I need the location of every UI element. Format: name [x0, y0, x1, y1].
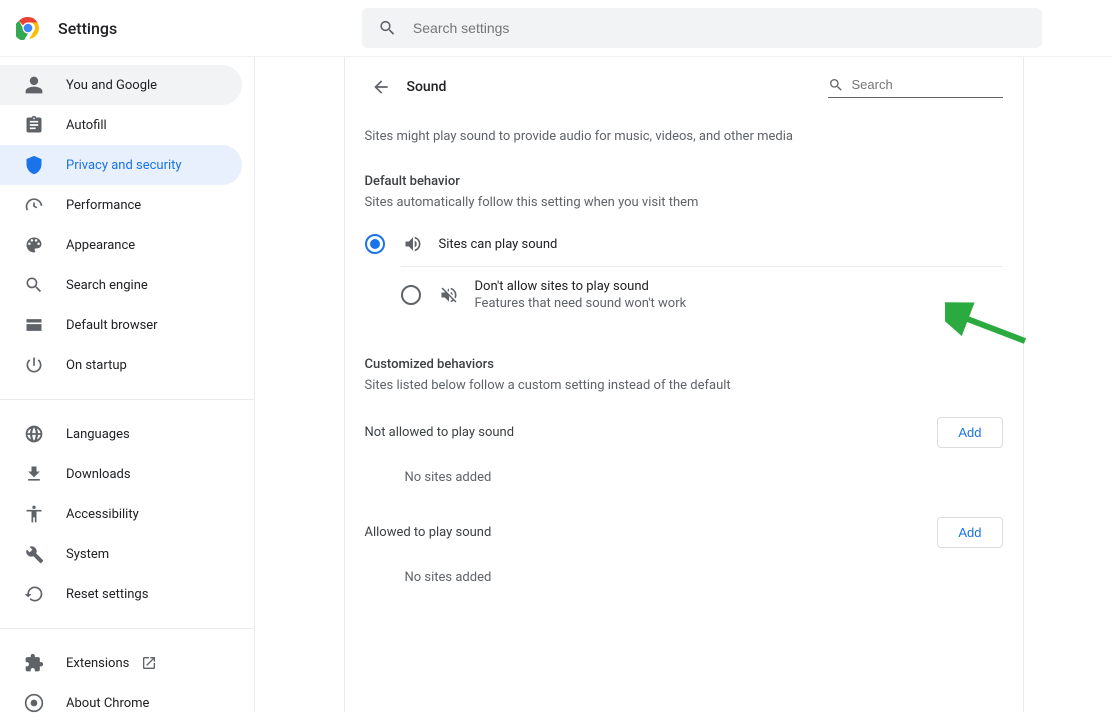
- add-allowed-button[interactable]: Add: [937, 517, 1002, 548]
- shield-icon: [24, 155, 44, 175]
- radio-checked-icon: [365, 234, 385, 254]
- sidebar-item-accessibility[interactable]: Accessibility: [0, 494, 242, 534]
- volume-off-icon: [439, 285, 459, 305]
- option-block-sound[interactable]: Don't allow sites to play sound Features…: [401, 266, 1003, 323]
- panel-search-input[interactable]: [852, 77, 992, 92]
- global-search[interactable]: [362, 8, 1042, 48]
- sidebar-item-extensions[interactable]: Extensions: [0, 643, 242, 683]
- sidebar-item-default-browser[interactable]: Default browser: [0, 305, 242, 345]
- search-icon: [828, 77, 844, 93]
- browser-icon: [24, 315, 44, 335]
- add-not-allowed-button[interactable]: Add: [937, 417, 1002, 448]
- app-header: Settings: [0, 0, 1112, 56]
- intro-text: Sites might play sound to provide audio …: [365, 117, 1003, 168]
- globe-icon: [24, 424, 44, 444]
- sidebar-item-label: Extensions: [66, 656, 129, 671]
- sidebar-item-label: Performance: [66, 198, 141, 213]
- sidebar-item-reset-settings[interactable]: Reset settings: [0, 574, 242, 614]
- sidebar-item-label: Search engine: [66, 278, 148, 293]
- content-area: Sound Sites might play sound to provide …: [254, 57, 1112, 712]
- sidebar-item-label: Accessibility: [66, 507, 139, 522]
- arrow-back-icon: [371, 77, 391, 97]
- sidebar-item-about-chrome[interactable]: About Chrome: [0, 683, 242, 723]
- extension-icon: [24, 653, 44, 673]
- sidebar-item-label: Languages: [66, 427, 130, 442]
- download-icon: [24, 464, 44, 484]
- sidebar-item-languages[interactable]: Languages: [0, 414, 242, 454]
- sound-settings-panel: Sound Sites might play sound to provide …: [344, 57, 1024, 712]
- sidebar-item-search-engine[interactable]: Search engine: [0, 265, 242, 305]
- sidebar-item-label: You and Google: [66, 78, 157, 93]
- volume-up-icon: [403, 234, 423, 254]
- allowed-empty: No sites added: [365, 560, 1003, 605]
- restore-icon: [24, 584, 44, 604]
- not-allowed-empty: No sites added: [365, 460, 1003, 505]
- assignment-icon: [24, 115, 44, 135]
- option-block-sublabel: Features that need sound won't work: [475, 296, 687, 311]
- option-block-label: Don't allow sites to play sound: [475, 279, 687, 294]
- search-icon: [24, 275, 44, 295]
- settings-sidebar: You and Google Autofill Privacy and secu…: [0, 57, 254, 712]
- allowed-row: Allowed to play sound Add: [365, 505, 1003, 560]
- sidebar-item-label: Appearance: [66, 238, 135, 253]
- panel-title: Sound: [407, 79, 447, 95]
- sidebar-item-label: Privacy and security: [66, 158, 182, 173]
- sidebar-item-label: On startup: [66, 358, 127, 373]
- customized-behaviors-title: Customized behaviors: [365, 351, 1003, 378]
- panel-search[interactable]: [828, 77, 1003, 98]
- sidebar-item-autofill[interactable]: Autofill: [0, 105, 242, 145]
- speedometer-icon: [24, 195, 44, 215]
- search-icon: [378, 18, 397, 38]
- option-allow-sound[interactable]: Sites can play sound: [365, 222, 1003, 266]
- sidebar-item-downloads[interactable]: Downloads: [0, 454, 242, 494]
- sidebar-item-label: Default browser: [66, 318, 158, 333]
- sidebar-item-appearance[interactable]: Appearance: [0, 225, 242, 265]
- allowed-label: Allowed to play sound: [365, 525, 492, 540]
- default-behavior-subtitle: Sites automatically follow this setting …: [365, 195, 1003, 222]
- palette-icon: [24, 235, 44, 255]
- sidebar-item-on-startup[interactable]: On startup: [0, 345, 242, 385]
- not-allowed-label: Not allowed to play sound: [365, 425, 515, 440]
- wrench-icon: [24, 544, 44, 564]
- sidebar-divider: [0, 628, 254, 629]
- chrome-icon: [24, 693, 44, 713]
- sidebar-item-label: About Chrome: [66, 696, 149, 711]
- open-in-new-icon: [141, 655, 157, 671]
- sidebar-item-label: Autofill: [66, 118, 107, 133]
- sidebar-item-you-and-google[interactable]: You and Google: [0, 65, 242, 105]
- sidebar-item-system[interactable]: System: [0, 534, 242, 574]
- option-allow-label: Sites can play sound: [439, 237, 558, 252]
- sidebar-item-privacy-and-security[interactable]: Privacy and security: [0, 145, 242, 185]
- sidebar-item-label: System: [66, 547, 109, 562]
- sidebar-divider: [0, 399, 254, 400]
- back-button[interactable]: [365, 71, 397, 103]
- not-allowed-row: Not allowed to play sound Add: [365, 405, 1003, 460]
- app-title: Settings: [58, 19, 117, 38]
- customized-behaviors-subtitle: Sites listed below follow a custom setti…: [365, 378, 1003, 405]
- global-search-input[interactable]: [413, 20, 1026, 36]
- accessibility-icon: [24, 504, 44, 524]
- default-behavior-title: Default behavior: [365, 168, 1003, 195]
- radio-unchecked-icon: [401, 285, 421, 305]
- sidebar-item-label: Downloads: [66, 467, 131, 482]
- sidebar-item-performance[interactable]: Performance: [0, 185, 242, 225]
- person-icon: [24, 75, 44, 95]
- sidebar-item-label: Reset settings: [66, 587, 148, 602]
- power-icon: [24, 355, 44, 375]
- chrome-logo-icon: [16, 16, 40, 40]
